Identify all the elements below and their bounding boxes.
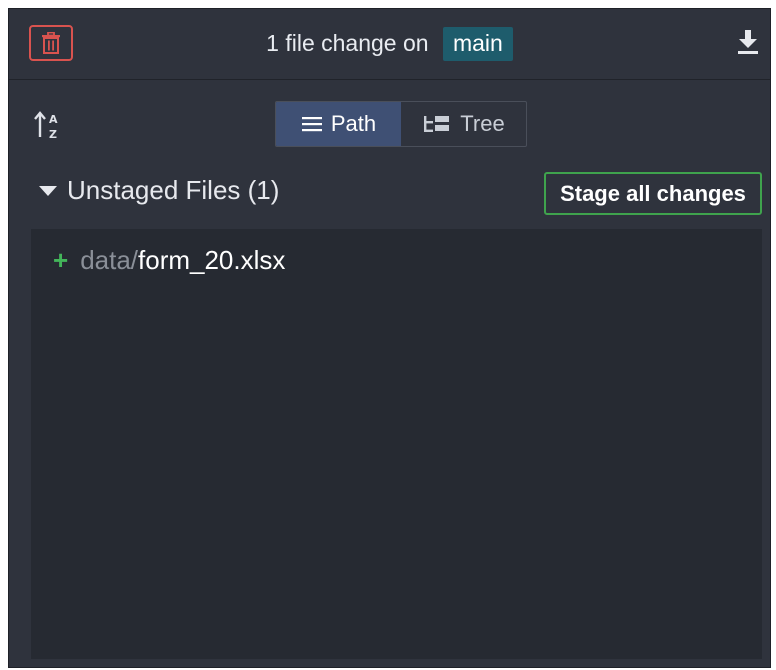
changes-title: 1 file change on main <box>9 27 770 61</box>
file-dir: data/ <box>80 245 139 275</box>
stage-all-button[interactable]: Stage all changes <box>544 172 762 215</box>
changes-count-text: 1 file change on <box>266 30 429 56</box>
caret-down-icon <box>39 185 57 196</box>
file-path: data/form_20.xlsx <box>80 245 285 276</box>
file-name: form_20.xlsx <box>138 245 286 275</box>
download-icon[interactable] <box>736 29 760 55</box>
svg-text:A: A <box>49 113 58 126</box>
path-view-button[interactable]: Path <box>276 102 401 146</box>
tree-view-label: Tree <box>460 111 505 136</box>
unstaged-section-title: Unstaged Files (1) <box>67 175 280 205</box>
branch-badge: main <box>442 27 513 61</box>
added-status-icon: + <box>53 245 69 275</box>
unstaged-file-list: + data/form_20.xlsx <box>31 229 762 659</box>
path-view-label: Path <box>330 111 377 136</box>
list-icon <box>301 117 322 132</box>
tree-icon <box>424 116 450 132</box>
file-row[interactable]: + data/form_20.xlsx <box>53 245 285 276</box>
panel-header: 1 file change on main <box>9 9 770 80</box>
svg-text:Z: Z <box>49 128 57 141</box>
unstaged-section-header[interactable]: Unstaged Files (1) <box>39 175 279 206</box>
sort-alpha-icon[interactable]: A Z <box>33 109 67 143</box>
git-changes-panel: 1 file change on main A Z Path Tree Unst… <box>8 8 771 668</box>
view-mode-toggle: Path Tree <box>275 101 527 147</box>
tree-view-button[interactable]: Tree <box>401 102 526 146</box>
